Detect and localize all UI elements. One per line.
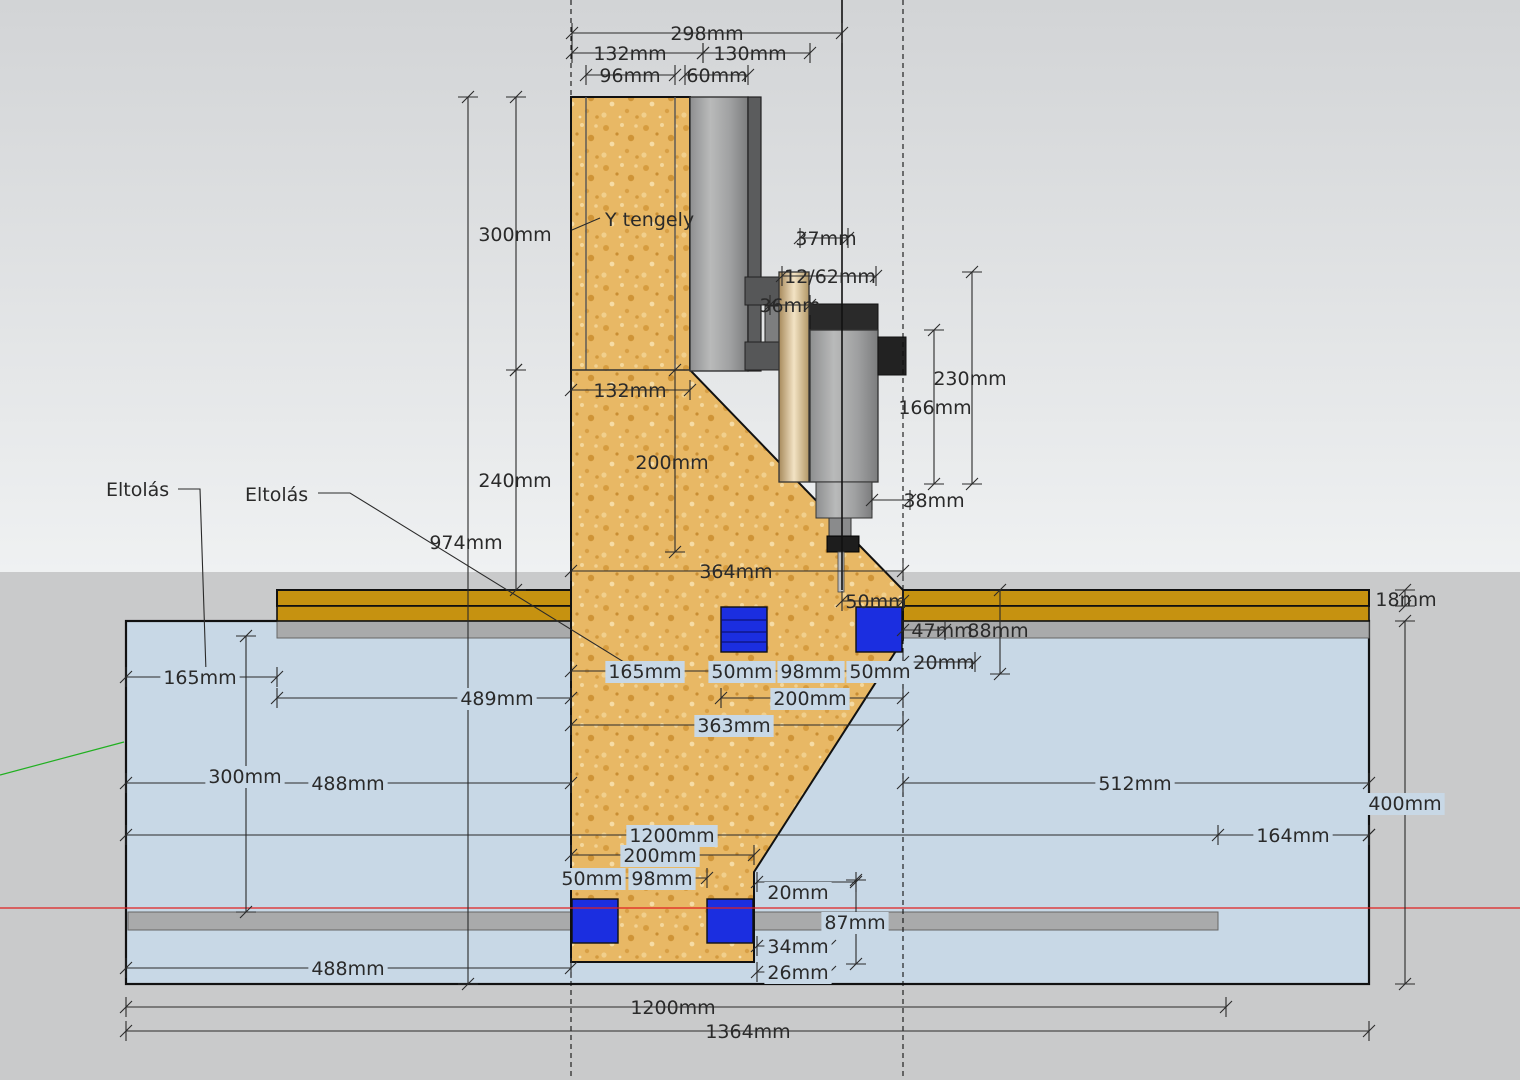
y-axis-carriage xyxy=(689,96,749,372)
dimension-label-d300_col: 300mm xyxy=(478,224,551,246)
dimension-label-d98_a: 98mm xyxy=(780,661,841,683)
dimension-label-d50_a: 50mm xyxy=(711,661,772,683)
dimension-label-d12_62: 12/62mm xyxy=(784,266,876,288)
dimension-label-d165_left: 165mm xyxy=(163,667,236,689)
dimension-label-d38: 38mm xyxy=(903,490,964,512)
dimension-label-d37: 37mm xyxy=(795,228,856,250)
carriage-block xyxy=(744,341,782,371)
dimension-label-d60: 60mm xyxy=(686,65,747,87)
dimension-label-d974: 974mm xyxy=(429,532,502,554)
dimension-label-d132_mid: 132mm xyxy=(593,380,666,402)
bearing-block xyxy=(571,898,619,944)
dimension-label-d200_gusset: 200mm xyxy=(635,452,708,474)
router-bit xyxy=(837,551,845,593)
dimension-label-d488_lower: 488mm xyxy=(311,958,384,980)
dimension-label-d20_top: 20mm xyxy=(913,652,974,674)
dimension-label-d400: 400mm xyxy=(1368,793,1441,815)
dimension-label-d200_bottom: 200mm xyxy=(623,845,696,867)
offset-label-left: Eltolás xyxy=(106,479,169,501)
dimension-label-d364: 364mm xyxy=(699,561,772,583)
dimension-label-d512: 512mm xyxy=(1098,773,1171,795)
dimension-label-d164: 164mm xyxy=(1256,825,1329,847)
dimension-label-d18: 18mm xyxy=(1375,589,1436,611)
dimension-label-d300_left: 300mm xyxy=(208,766,281,788)
dimension-label-d363: 363mm xyxy=(697,715,770,737)
dimension-label-d240: 240mm xyxy=(478,470,551,492)
dimension-label-d200_mid: 200mm xyxy=(773,688,846,710)
cnc-gantry-side-view-drawing: 298mm132mm 130mm96mm 60mm300mm240mm132mm20… xyxy=(0,0,1520,1080)
dimension-label-d165_mid: 165mm xyxy=(608,661,681,683)
spindle-body xyxy=(809,329,879,483)
dimension-label-d1200_inner: 1200mm xyxy=(629,825,714,847)
dimension-label-d230: 230mm xyxy=(933,368,1006,390)
bearing-block xyxy=(855,606,903,653)
dimension-label-d489: 489mm xyxy=(460,688,533,710)
dimension-label-d98_b: 98mm xyxy=(631,868,692,890)
dimension-label-d298: 298mm xyxy=(670,23,743,45)
dimension-label-d88: 88mm xyxy=(967,620,1028,642)
spindle-collet xyxy=(828,517,852,537)
dimension-label-d47: 47mm xyxy=(911,620,972,642)
collet-nut xyxy=(826,535,860,553)
bearing-block xyxy=(720,606,768,653)
dimension-label-d50_spindle: 50mm xyxy=(845,591,906,613)
dimension-label-d130: 130mm xyxy=(713,43,786,65)
dimension-label-d166: 166mm xyxy=(898,397,971,419)
dimension-label-d1200_outer: 1200mm xyxy=(630,997,715,1019)
spindle-connector xyxy=(877,336,907,376)
sketchup-viewport[interactable]: 298mm 132mm 130mm 96mm 60mm 300mm 240mm 132mm 20… xyxy=(0,0,1520,1080)
y-axis-label: Y tengely xyxy=(604,209,694,231)
spindle-nose xyxy=(815,481,873,519)
dimension-label-d50_b: 50mm xyxy=(849,661,910,683)
dimension-label-d20_bottom: 20mm xyxy=(767,882,828,904)
dimension-label-d96: 96mm xyxy=(599,65,660,87)
dimension-label-d50_c: 50mm xyxy=(561,868,622,890)
dimension-label-d36: 36mm xyxy=(759,295,820,317)
dimension-label-d1364: 1364mm xyxy=(705,1021,790,1043)
dimension-label-d87: 87mm xyxy=(824,912,885,934)
bearing-block xyxy=(706,898,754,944)
offset-label-mid: Eltolás xyxy=(245,484,308,506)
y-axis-carriage-edge xyxy=(747,96,762,372)
dimension-label-d132_top: 132mm xyxy=(593,43,666,65)
dimension-label-d34: 34mm xyxy=(767,936,828,958)
dimension-label-d488_upper: 488mm xyxy=(311,773,384,795)
dimension-label-d26: 26mm xyxy=(767,962,828,984)
